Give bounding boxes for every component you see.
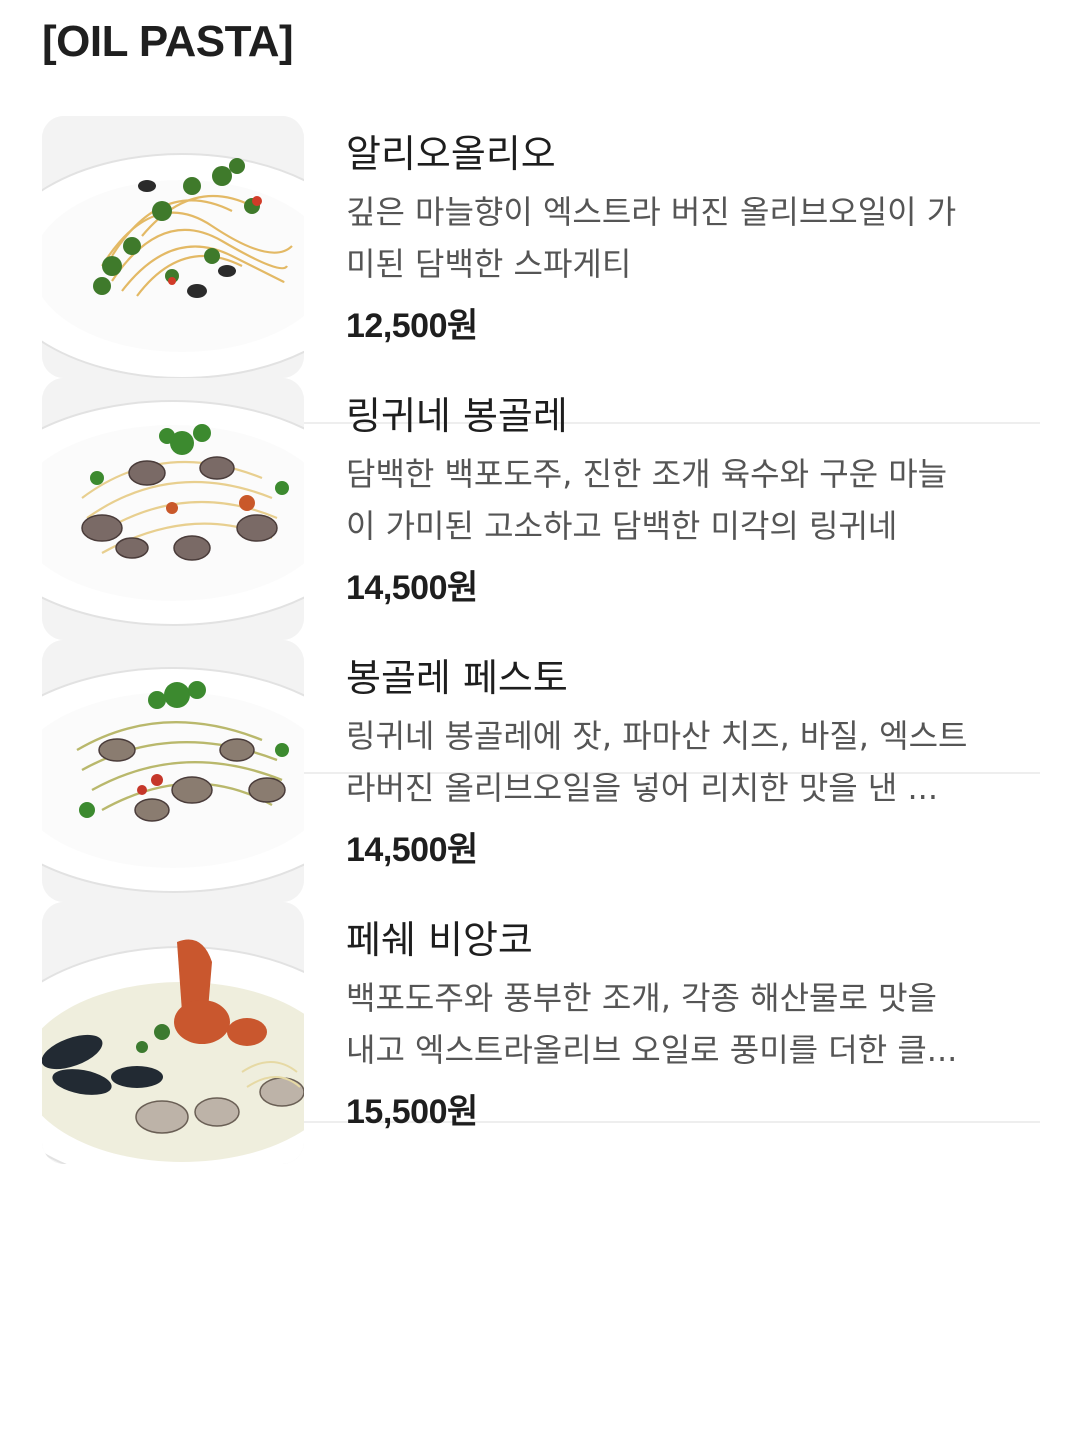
- item-description-line: 깊은 마늘향이 엑스트라 버진 올리브오일이 가: [346, 193, 957, 231]
- menu-item-vongole[interactable]: 링귀네 봉골레 담백한 백포도주, 진한 조개 육수와 구운 마늘 이 가미된 …: [42, 378, 1040, 640]
- item-description-line: 백포도주와 풍부한 조개, 각종 해산물로 맛을: [346, 979, 937, 1017]
- item-price: 14,500원: [346, 569, 478, 607]
- item-price: 14,500원: [346, 831, 478, 869]
- item-info: 알리오올리오 깊은 마늘향이 엑스트라 버진 올리브오일이 가 미된 담백한 스…: [346, 116, 1040, 352]
- menu-item-pesce-bianco[interactable]: 페쉐 비앙코 백포도주와 풍부한 조개, 각종 해산물로 맛을 내고 엑스트라올…: [42, 902, 1040, 1164]
- item-description-line: 내고 엑스트라올리브 오일로 풍미를 더한 클...: [346, 1031, 958, 1069]
- menu-item-vongole-pesto[interactable]: 봉골레 페스토 링귀네 봉골레에 잣, 파마산 치즈, 바질, 엑스트 라버진 …: [42, 640, 1040, 902]
- item-description-line: 담백한 백포도주, 진한 조개 육수와 구운 마늘: [346, 455, 948, 493]
- item-description-line: 링귀네 봉골레에 잣, 파마산 치즈, 바질, 엑스트: [346, 717, 968, 755]
- item-info: 페쉐 비앙코 백포도주와 풍부한 조개, 각종 해산물로 맛을 내고 엑스트라올…: [346, 902, 1040, 1138]
- item-name: 봉골레 페스토: [346, 656, 568, 700]
- menu-item-aglio-olio[interactable]: 알리오올리오 깊은 마늘향이 엑스트라 버진 올리브오일이 가 미된 담백한 스…: [42, 116, 1040, 378]
- item-price: 12,500원: [346, 307, 478, 345]
- vongole-photo: [42, 378, 304, 640]
- item-description: 깊은 마늘향이 엑스트라 버진 올리브오일이 가 미된 담백한 스파게티: [346, 186, 1040, 290]
- item-info: 링귀네 봉골레 담백한 백포도주, 진한 조개 육수와 구운 마늘 이 가미된 …: [346, 378, 1040, 614]
- item-description: 링귀네 봉골레에 잣, 파마산 치즈, 바질, 엑스트 라버진 올리브오일을 넣…: [346, 710, 1040, 814]
- item-price: 15,500원: [346, 1093, 478, 1131]
- vongole-pesto-photo: [42, 640, 304, 902]
- item-description-line: 미된 담백한 스파게티: [346, 245, 632, 283]
- pesce-bianco-photo: [42, 902, 304, 1164]
- item-description-line: 라버진 올리브오일을 넣어 리치한 맛을 낸 ...: [346, 769, 939, 807]
- item-description-line: 이 가미된 고소하고 담백한 미각의 링귀네: [346, 507, 898, 545]
- item-name: 알리오올리오: [346, 132, 556, 176]
- item-name: 링귀네 봉골레: [346, 394, 568, 438]
- menu-list: 알리오올리오 깊은 마늘향이 엑스트라 버진 올리브오일이 가 미된 담백한 스…: [42, 116, 1040, 1164]
- section-title: [OIL PASTA]: [42, 17, 294, 66]
- item-name: 페쉐 비앙코: [346, 918, 533, 962]
- item-description: 담백한 백포도주, 진한 조개 육수와 구운 마늘 이 가미된 고소하고 담백한…: [346, 448, 1040, 552]
- item-info: 봉골레 페스토 링귀네 봉골레에 잣, 파마산 치즈, 바질, 엑스트 라버진 …: [346, 640, 1040, 876]
- aglio-olio-photo: [42, 116, 304, 378]
- item-description: 백포도주와 풍부한 조개, 각종 해산물로 맛을 내고 엑스트라올리브 오일로 …: [346, 972, 1040, 1076]
